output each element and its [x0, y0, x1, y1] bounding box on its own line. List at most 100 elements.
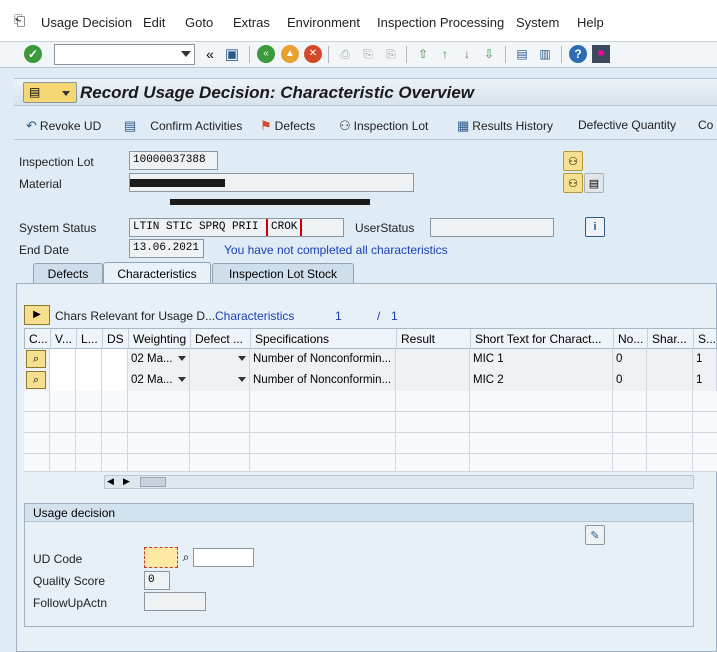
cell-result[interactable] [396, 349, 470, 370]
scroll-right-icon[interactable]: ▶ [123, 476, 130, 487]
col-share[interactable]: Shar... [648, 329, 694, 350]
tab-characteristics[interactable]: Characteristics [103, 262, 211, 284]
window-menu-icon[interactable]: ⎗ [14, 12, 25, 29]
chevron-down-icon[interactable] [178, 356, 186, 361]
scroll-thumb[interactable] [140, 477, 166, 487]
cell-weighting[interactable]: 02 Ma... [128, 370, 190, 391]
cell-defect[interactable] [190, 349, 250, 370]
row-select-cell[interactable]: ⌕ [24, 370, 50, 391]
screen-menu-icon: ▤ [29, 85, 41, 99]
user-status-field[interactable] [430, 218, 554, 237]
cell-weighting[interactable]: 02 Ma... [128, 349, 190, 370]
chevron-down-icon [62, 91, 70, 96]
title-bar: ▤ Record Usage Decision: Characteristic … [14, 78, 717, 106]
search-icon[interactable]: ⌕ [179, 549, 193, 565]
find-icon[interactable]: ⎘ [359, 45, 377, 63]
col-v[interactable]: V... [51, 329, 77, 350]
characteristics-dropdown[interactable]: Characteristics [215, 309, 294, 323]
col-c[interactable]: C... [25, 329, 51, 350]
col-l[interactable]: L... [77, 329, 103, 350]
back-icon[interactable]: « [257, 45, 275, 63]
col-specifications[interactable]: Specifications [251, 329, 397, 350]
tab-defects-label: Defects [47, 266, 89, 281]
cancel-icon[interactable]: ✕ [304, 45, 322, 63]
command-field[interactable] [54, 44, 195, 65]
chevron-down-icon[interactable] [238, 377, 246, 382]
exit-icon[interactable]: ▲ [281, 45, 299, 63]
menu-environment[interactable]: Environment [287, 15, 360, 30]
first-page-icon[interactable]: ⇧ [414, 45, 432, 63]
inspection-lot-button[interactable]: ⚇ Inspection Lot [339, 118, 428, 134]
col-no[interactable]: No... [614, 329, 648, 350]
chevron-down-icon[interactable] [178, 377, 186, 382]
find-next-icon[interactable]: ⎘ [382, 45, 400, 63]
menu-edit[interactable]: Edit [143, 15, 165, 30]
defective-quantity-button[interactable]: Defective Quantity [578, 118, 676, 132]
tab-defects[interactable]: Defects [33, 263, 103, 283]
table-row-empty [24, 454, 717, 472]
menu-system[interactable]: System [516, 15, 559, 30]
chevron-down-icon[interactable] [181, 51, 191, 57]
inspection-lot-label: Inspection Lot [353, 119, 429, 133]
inspect-icon[interactable]: ⌕ [26, 350, 46, 368]
help-icon[interactable]: ? [569, 45, 587, 63]
print-icon[interactable]: ⎙ [336, 45, 354, 63]
page-total: 1 [391, 309, 398, 323]
cell-defect[interactable] [190, 370, 250, 391]
screen-menu-button[interactable]: ▤ [23, 82, 77, 103]
status-info-button[interactable]: i [585, 217, 605, 237]
toolbar-separator [505, 46, 506, 63]
ud-code-field[interactable] [144, 547, 178, 568]
tab-inspection-lot-stock[interactable]: Inspection Lot Stock [212, 263, 354, 283]
display-lot-button[interactable]: ⚇ [563, 151, 583, 171]
table-header: C... V... L... DS Weighting Defect ... S… [24, 328, 717, 350]
cell-l [76, 370, 102, 391]
col-ds[interactable]: DS [103, 329, 129, 350]
edit-long-text-button[interactable]: ✎ [585, 525, 605, 545]
table-row[interactable]: ⌕ 02 Ma... Number of Nonconformin... MIC… [24, 349, 717, 370]
display-material-button[interactable]: ⚇ [563, 173, 583, 193]
menu-help[interactable]: Help [577, 15, 604, 30]
col-short-text[interactable]: Short Text for Charact... [471, 329, 614, 350]
status-message: You have not completed all characteristi… [224, 243, 448, 257]
table-row[interactable]: ⌕ 02 Ma... Number of Nonconformin... MIC… [24, 370, 717, 391]
enter-check-icon[interactable]: ✓ [24, 45, 42, 63]
material-list-button[interactable]: ▤ [584, 173, 604, 193]
cell-result[interactable] [396, 370, 470, 391]
next-page-icon[interactable]: ↓ [458, 45, 476, 63]
new-session-icon[interactable]: ▤ [513, 45, 531, 63]
chevron-down-icon[interactable] [238, 356, 246, 361]
confirm-activities-button[interactable]: ▤ Confirm Activities [124, 118, 242, 134]
cell-share [647, 349, 693, 370]
col-weighting[interactable]: Weighting [129, 329, 191, 350]
shortcut-icon[interactable]: ▥ [536, 45, 554, 63]
row-select-cell[interactable]: ⌕ [24, 349, 50, 370]
defects-button[interactable]: ⚑ Defects [260, 118, 315, 134]
col-result[interactable]: Result [397, 329, 471, 350]
menu-inspection-processing[interactable]: Inspection Processing [377, 15, 504, 30]
scroll-left-icon[interactable]: ◀ [107, 476, 114, 487]
expand-button[interactable]: ▶ [24, 305, 50, 325]
inspection-lot-field[interactable]: 10000037388 [129, 151, 218, 170]
horizontal-scrollbar[interactable]: ◀ ▶ [104, 475, 694, 489]
inspection-lot-label: Inspection Lot [19, 155, 94, 169]
menu-extras[interactable]: Extras [233, 15, 270, 30]
previous-page-icon[interactable]: ↑ [436, 45, 454, 63]
customize-layout-icon[interactable]: ■ [592, 45, 610, 63]
col-s[interactable]: S... [694, 329, 717, 350]
results-history-button[interactable]: ▦ Results History [457, 118, 553, 134]
inspect-icon[interactable]: ⌕ [26, 371, 46, 389]
col-defect[interactable]: Defect ... [191, 329, 251, 350]
history-back-icon[interactable]: « [201, 45, 219, 63]
toolbar-separator [561, 46, 562, 63]
chars-relevant-label: Chars Relevant for Usage D... [55, 309, 216, 323]
defective-quantity-label: Defective Quantity [578, 118, 677, 132]
menu-goto[interactable]: Goto [185, 15, 213, 30]
more-button[interactable]: Co [698, 118, 713, 132]
save-icon[interactable]: ▣ [223, 45, 241, 63]
quality-score-field: 0 [144, 571, 170, 590]
flag-icon: ⚑ [260, 118, 272, 133]
last-page-icon[interactable]: ⇩ [480, 45, 498, 63]
menu-usage-decision[interactable]: Usage Decision [41, 15, 132, 30]
revoke-ud-button[interactable]: ↶ Revoke UD [26, 118, 101, 134]
